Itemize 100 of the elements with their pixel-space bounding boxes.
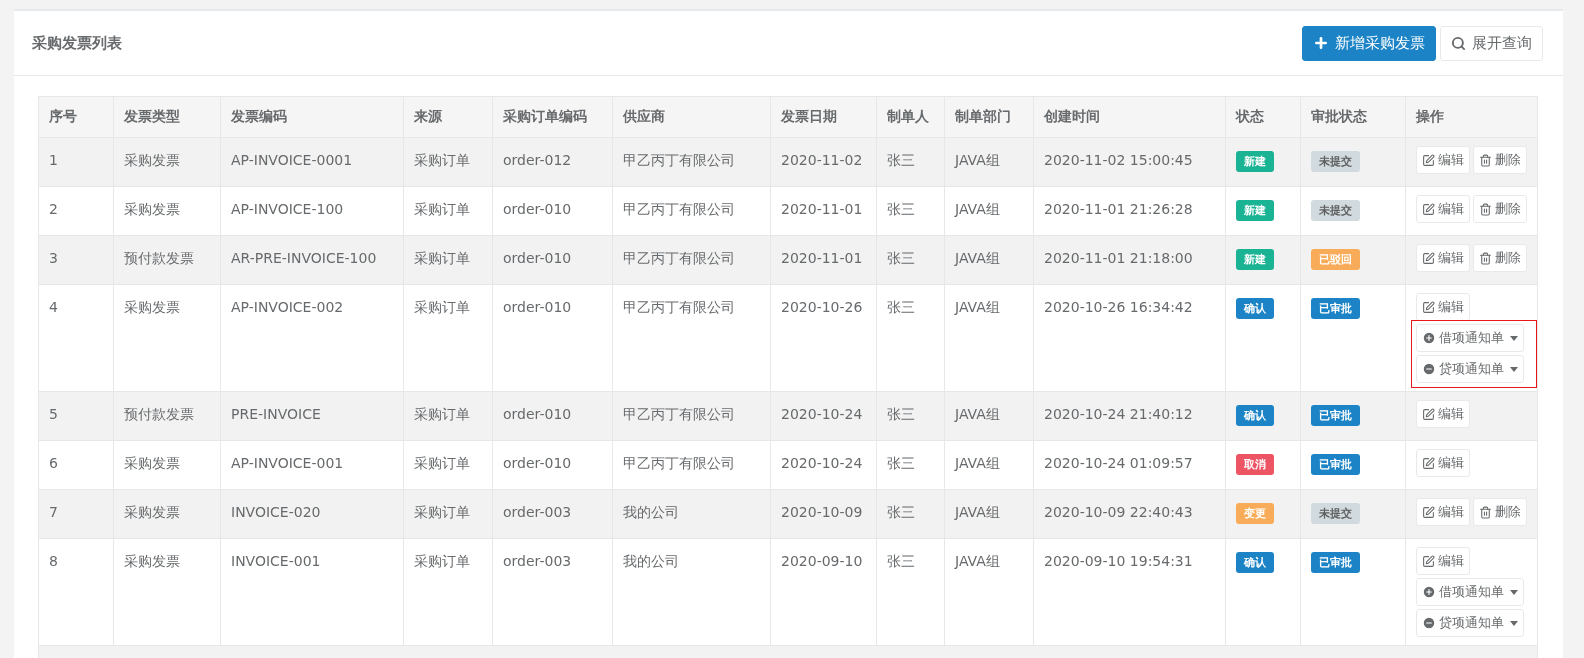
status-badge: 变更: [1236, 503, 1274, 524]
credit-note-dropdown[interactable]: 贷项通知单: [1416, 355, 1524, 383]
table-cell: JAVA组: [944, 284, 1034, 392]
table-cell: 张三: [876, 284, 945, 392]
status-badge: 确认: [1236, 552, 1274, 573]
table-cell: 甲乙丙丁有限公司: [612, 440, 771, 490]
expand-search-button[interactable]: 展开查询: [1440, 25, 1543, 61]
column-header: 发票日期: [770, 96, 877, 138]
column-header: 操作: [1405, 96, 1538, 138]
table-cell: INVOICE-020: [220, 489, 404, 539]
table-cell: 甲乙丙丁有限公司: [612, 235, 771, 285]
table-cell: 2020-10-26 16:34:42: [1033, 284, 1226, 392]
table-cell: JAVA组: [944, 391, 1034, 441]
table-cell: 甲乙丙丁有限公司: [612, 186, 771, 236]
table-cell: 2020-11-01: [770, 186, 877, 236]
column-header: 状态: [1225, 96, 1301, 138]
table-cell: JAVA组: [944, 489, 1034, 539]
column-header: 发票编码: [220, 96, 404, 138]
column-header: 序号: [38, 96, 114, 138]
column-header: 审批状态: [1300, 96, 1406, 138]
approval-badge: 已审批: [1311, 454, 1360, 475]
table-cell: 我的公司: [612, 538, 771, 646]
table-cell: order-010: [492, 235, 613, 285]
table-cell: 5: [38, 391, 114, 441]
edit-icon: [1422, 554, 1435, 568]
table-cell: JAVA组: [944, 137, 1034, 187]
delete-button[interactable]: 删除: [1473, 244, 1527, 272]
edit-icon: [1422, 300, 1435, 314]
table-cell: 采购订单: [403, 137, 493, 187]
edit-button[interactable]: 编辑: [1416, 449, 1470, 477]
table-cell: 2020-10-09 22:40:43: [1033, 489, 1226, 539]
column-header: 制单部门: [944, 96, 1034, 138]
edit-button[interactable]: 编辑: [1416, 195, 1470, 223]
table-cell: AP-INVOICE-0001: [220, 137, 404, 187]
credit-note-dropdown[interactable]: 贷项通知单: [1416, 609, 1524, 637]
table-cell: 采购订单: [403, 489, 493, 539]
status-badge: 新建: [1236, 249, 1274, 270]
table-cell: PRE-INVOICE: [220, 391, 404, 441]
debit-note-dropdown[interactable]: 借项通知单: [1416, 324, 1524, 352]
minus-circle-icon: [1422, 362, 1436, 376]
table-cell: 张三: [876, 489, 945, 539]
delete-button[interactable]: 删除: [1473, 146, 1527, 174]
panel-title: 采购发票列表: [32, 33, 122, 53]
table-cell: order-010: [492, 440, 613, 490]
add-invoice-button[interactable]: 新增采购发票: [1302, 25, 1436, 61]
column-header: 发票类型: [113, 96, 221, 138]
table-cell: 2020-11-02: [770, 137, 877, 187]
trash-icon: [1479, 202, 1492, 216]
caret-icon: [1510, 589, 1518, 595]
approval-badge: 已驳回: [1311, 249, 1360, 270]
table-cell: 采购订单: [403, 186, 493, 236]
edit-button[interactable]: 编辑: [1416, 547, 1470, 575]
edit-button[interactable]: 编辑: [1416, 498, 1470, 526]
table-cell: 8: [38, 538, 114, 646]
delete-button[interactable]: 删除: [1473, 498, 1527, 526]
trash-icon: [1479, 153, 1492, 167]
table-cell: 预付款发票: [113, 391, 221, 441]
column-header: 创建时间: [1033, 96, 1226, 138]
status-badge: 取消: [1236, 454, 1274, 475]
trash-icon: [1479, 505, 1492, 519]
edit-icon: [1422, 251, 1435, 265]
table-cell: JAVA组: [944, 235, 1034, 285]
table-cell: 甲乙丙丁有限公司: [612, 391, 771, 441]
edit-button[interactable]: 编辑: [1416, 244, 1470, 272]
table-cell: 1: [38, 137, 114, 187]
trash-icon: [1479, 251, 1492, 265]
debit-note-dropdown[interactable]: 借项通知单: [1416, 578, 1524, 606]
table-cell: order-010: [492, 186, 613, 236]
column-header: 制单人: [876, 96, 945, 138]
table-cell: 张三: [876, 186, 945, 236]
edit-button[interactable]: 编辑: [1416, 400, 1470, 428]
status-badge: 确认: [1236, 405, 1274, 426]
approval-badge: 未提交: [1311, 151, 1360, 172]
table-cell: AP-INVOICE-001: [220, 440, 404, 490]
table-cell: 2020-09-10: [770, 538, 877, 646]
table-cell: 2020-10-24: [770, 440, 877, 490]
table-cell: 2020-11-01 21:26:28: [1033, 186, 1226, 236]
approval-badge: 已审批: [1311, 405, 1360, 426]
table-cell: 2: [38, 186, 114, 236]
delete-button[interactable]: 删除: [1473, 195, 1527, 223]
table-cell: 采购发票: [113, 284, 221, 392]
table-cell: 张三: [876, 538, 945, 646]
table-cell: 采购发票: [113, 137, 221, 187]
table-cell: 采购订单: [403, 235, 493, 285]
caret-icon: [1510, 335, 1518, 341]
table-cell: 甲乙丙丁有限公司: [612, 284, 771, 392]
table-cell: 采购订单: [403, 440, 493, 490]
status-badge: 新建: [1236, 200, 1274, 221]
column-header: 供应商: [612, 96, 771, 138]
plus-circle-icon: [1422, 331, 1436, 345]
table-cell: 采购发票: [113, 440, 221, 490]
edit-icon: [1422, 202, 1435, 216]
table-cell: 张三: [876, 137, 945, 187]
search-icon: [1451, 35, 1466, 51]
table-cell: 采购发票: [113, 186, 221, 236]
table-cell: order-010: [492, 284, 613, 392]
edit-button[interactable]: 编辑: [1416, 293, 1470, 321]
edit-button[interactable]: 编辑: [1416, 146, 1470, 174]
table-cell: 2020-10-09: [770, 489, 877, 539]
approval-badge: 未提交: [1311, 503, 1360, 524]
